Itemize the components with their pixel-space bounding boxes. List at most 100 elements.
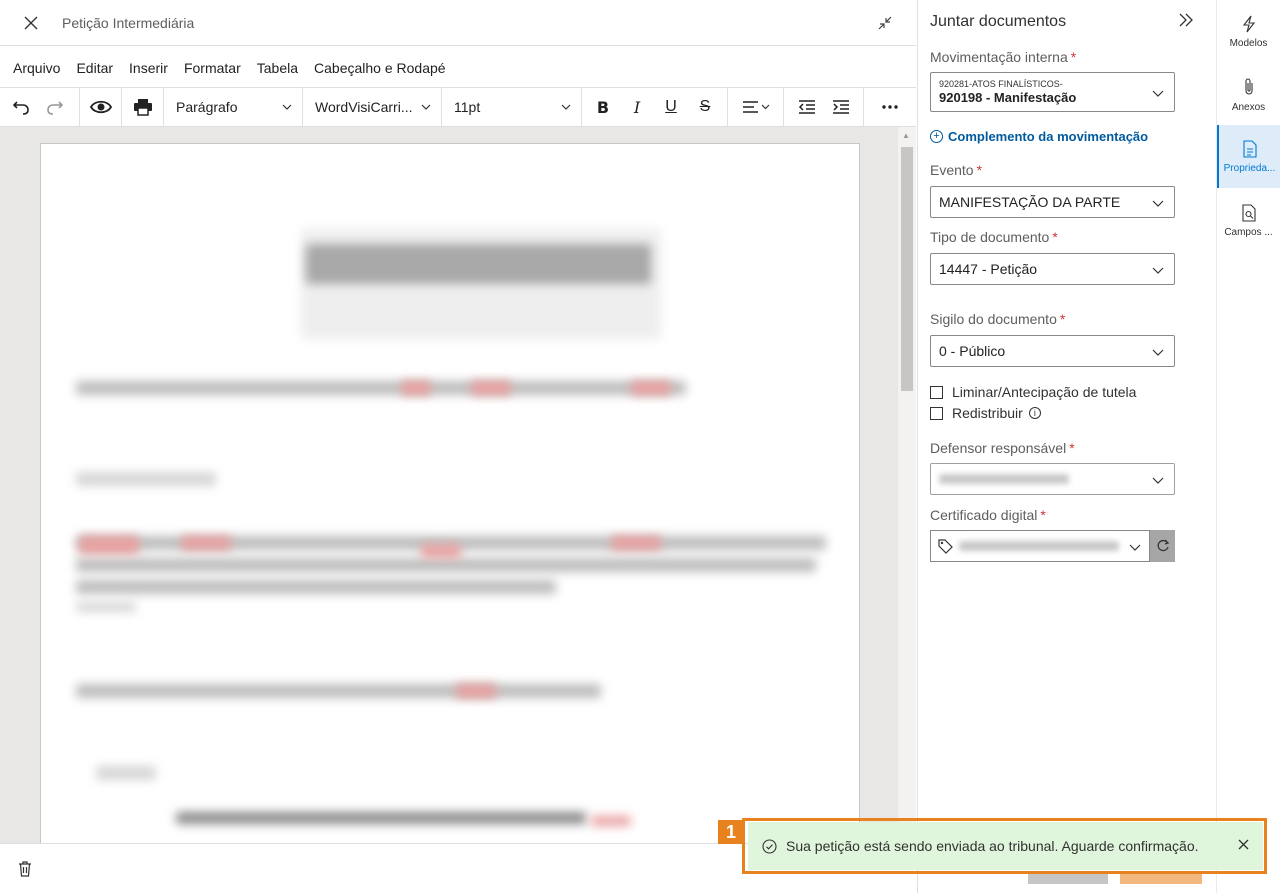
delete-button[interactable] (18, 861, 32, 880)
nav-anexos-label: Anexos (1231, 101, 1266, 113)
sigilo-value: 0 - Público (939, 343, 1006, 359)
menu-cabecalho-rodape[interactable]: Cabeçalho e Rodapé (306, 47, 454, 87)
font-family-select[interactable]: WordVisiCarri... (303, 88, 441, 126)
underline-button[interactable]: U (654, 88, 688, 126)
editor-header: Petição Intermediária (0, 0, 916, 46)
plus-circle-icon: + (930, 130, 943, 143)
minimize-editor-button[interactable] (874, 12, 896, 34)
tipo-documento-value: 14447 - Petição (939, 261, 1038, 277)
undo-icon (12, 101, 29, 115)
formatting-toolbar: Parágrafo WordVisiCarri... 11pt B I U S (0, 87, 916, 127)
chevron-down-icon (1152, 90, 1164, 97)
lightning-icon (1242, 15, 1255, 32)
liminar-checkbox-row[interactable]: Liminar/Antecipação de tutela (930, 384, 1136, 400)
certificado-row (930, 530, 1175, 562)
chevron-down-icon (1152, 349, 1164, 356)
certificado-select[interactable] (930, 530, 1150, 562)
defensor-label: Defensor responsável * (930, 440, 1075, 456)
redistribuir-checkbox[interactable] (930, 406, 943, 420)
eye-icon (89, 100, 112, 114)
complemento-movimentacao-link[interactable]: + Complemento da movimentação (930, 129, 1148, 144)
redacted-line (76, 684, 601, 698)
document-canvas[interactable] (0, 127, 898, 843)
hidden-cancel-button[interactable] (1028, 874, 1108, 884)
nav-propriedades[interactable]: Proprieda... (1217, 125, 1280, 188)
nav-modelos-label: Modelos (1229, 37, 1268, 49)
toast-close-button[interactable] (1238, 837, 1249, 853)
redacted-logo-area (301, 229, 661, 339)
preview-button[interactable] (84, 88, 118, 126)
redacted-line (76, 602, 136, 612)
info-icon[interactable]: i (1028, 407, 1041, 419)
paragraph-style-value: Parágrafo (176, 99, 238, 115)
menu-bar: Arquivo Editar Inserir Formatar Tabela C… (0, 47, 916, 87)
redacted-highlight (456, 684, 496, 698)
nav-modelos[interactable]: Modelos (1217, 0, 1280, 63)
document-scrollbar[interactable]: ▲ ▼ (898, 127, 916, 843)
movimentacao-value: 920198 - Manifestação (939, 89, 1077, 105)
redacted-highlight (471, 381, 511, 395)
redistribuir-checkbox-row[interactable]: Redistribuir i (930, 405, 1041, 421)
redacted-highlight (591, 816, 631, 826)
redacted-defensor-value (939, 474, 1069, 484)
collapse-arrows-icon (878, 16, 892, 30)
chevron-down-icon (1152, 200, 1164, 207)
redistribuir-label: Redistribuir (952, 405, 1023, 421)
nav-campos[interactable]: Campos ... (1217, 189, 1280, 252)
bold-button[interactable]: B (586, 88, 620, 126)
refresh-certificado-button[interactable] (1150, 530, 1175, 562)
scroll-up-arrow-icon[interactable]: ▲ (902, 131, 910, 140)
collapse-panel-button[interactable] (1178, 12, 1194, 31)
movimentacao-select[interactable]: 920281-ATOS FINALÍSTICOS- 920198 - Manif… (930, 72, 1175, 112)
evento-label: Evento * (930, 162, 983, 178)
paperclip-icon (1244, 77, 1253, 94)
complemento-label: Complemento da movimentação (948, 129, 1149, 144)
menu-inserir[interactable]: Inserir (121, 47, 176, 87)
menu-formatar[interactable]: Formatar (176, 47, 249, 87)
strikethrough-icon: S (699, 98, 711, 115)
font-size-value: 11pt (454, 99, 481, 115)
nav-propriedades-label: Proprieda... (1223, 162, 1276, 174)
print-button[interactable] (126, 88, 160, 126)
sigilo-label: Sigilo do documento * (930, 311, 1066, 327)
trash-icon (19, 861, 31, 877)
menu-tabela[interactable]: Tabela (249, 47, 306, 87)
strikethrough-button[interactable]: S (688, 88, 722, 126)
more-options-button[interactable] (873, 88, 907, 126)
font-size-select[interactable]: 11pt (442, 88, 581, 126)
indent-button[interactable] (824, 88, 858, 126)
movimentacao-parent: 920281-ATOS FINALÍSTICOS- (939, 78, 1063, 89)
scrollbar-thumb[interactable] (901, 147, 913, 391)
hidden-submit-button[interactable] (1120, 874, 1202, 884)
redacted-line (76, 381, 686, 395)
italic-button[interactable]: I (620, 88, 654, 126)
paragraph-style-select[interactable]: Parágrafo (164, 88, 302, 126)
step-marker: 1 (718, 820, 744, 844)
movimentacao-label: Movimentação interna * (930, 49, 1077, 65)
outdent-button[interactable] (790, 88, 824, 126)
document-page[interactable] (40, 143, 860, 843)
align-left-icon (742, 101, 769, 113)
menu-arquivo[interactable]: Arquivo (5, 47, 68, 87)
redacted-highlight (611, 536, 661, 550)
check-circle-icon (762, 838, 777, 854)
sigilo-select[interactable]: 0 - Público (930, 335, 1175, 367)
document-search-icon (1241, 203, 1256, 222)
nav-anexos[interactable]: Anexos (1217, 63, 1280, 126)
defensor-select[interactable] (930, 463, 1175, 495)
chevron-down-icon (1152, 477, 1164, 484)
refresh-icon (1157, 539, 1169, 552)
align-select[interactable] (731, 88, 781, 126)
side-navigation: Modelos Anexos Proprieda... Campos ... (1216, 0, 1283, 893)
redo-button[interactable] (38, 88, 72, 126)
close-icon (24, 16, 38, 29)
undo-button[interactable] (4, 88, 38, 126)
tipo-documento-select[interactable]: 14447 - Petição (930, 253, 1175, 285)
evento-select[interactable]: MANIFESTAÇÃO DA PARTE (930, 186, 1175, 218)
chevron-down-icon (561, 104, 571, 110)
menu-editar[interactable]: Editar (68, 47, 121, 87)
close-editor-button[interactable] (0, 0, 62, 46)
italic-icon: I (633, 97, 641, 117)
liminar-checkbox[interactable] (930, 385, 943, 399)
font-family-value: WordVisiCarri... (315, 99, 413, 115)
